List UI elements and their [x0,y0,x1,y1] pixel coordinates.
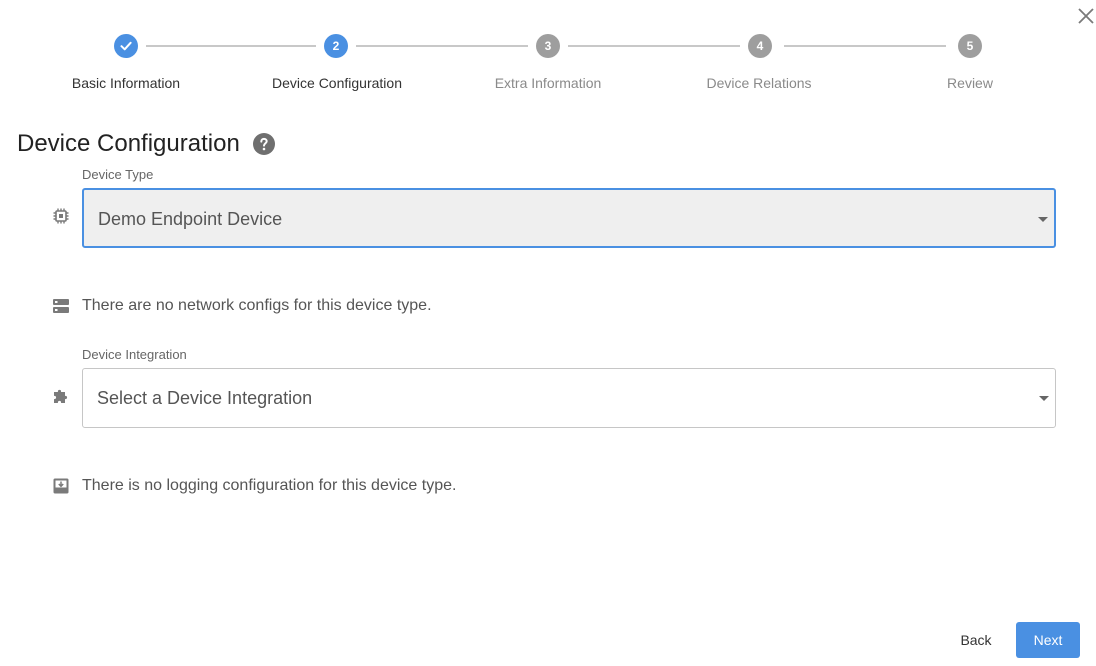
chevron-down-icon [1038,217,1048,222]
step-4-indicator[interactable]: 4 [748,34,772,58]
step-1-indicator[interactable] [114,34,138,58]
chip-icon [51,206,71,226]
step-3-label[interactable]: Extra Information [448,75,648,91]
step-1-label[interactable]: Basic Information [26,75,226,91]
step-3-indicator[interactable]: 3 [536,34,560,58]
step-number: 2 [332,39,340,53]
step-5-indicator[interactable]: 5 [958,34,982,58]
step-number: 3 [544,39,552,53]
check-icon [120,41,132,51]
back-button[interactable]: Back [946,622,1006,658]
step-number: 4 [756,39,764,53]
inbox-icon [51,476,71,496]
logging-config-message: There is no logging configuration for th… [82,477,457,494]
step-4-label[interactable]: Device Relations [659,75,859,91]
step-number: 5 [966,39,974,53]
stepper: 2 3 4 5 Basic Information Device Configu… [0,0,1096,100]
device-type-select[interactable]: Demo Endpoint Device [82,188,1056,248]
step-2-indicator[interactable]: 2 [324,34,348,58]
step-connector [784,45,946,47]
step-connector [146,45,316,47]
network-config-message: There are no network configs for this de… [82,297,432,314]
device-integration-label: Device Integration [82,347,187,362]
device-type-value: Demo Endpoint Device [98,209,283,229]
server-icon [51,296,71,316]
question-circle-icon [260,137,268,151]
step-connector [356,45,528,47]
page-title: Device Configuration [17,130,240,157]
next-button[interactable]: Next [1016,622,1080,658]
step-5-label[interactable]: Review [870,75,1070,91]
step-connector [568,45,740,47]
step-2-label[interactable]: Device Configuration [237,75,437,91]
device-integration-select[interactable]: Select a Device Integration [82,368,1056,428]
device-type-label: Device Type [82,167,154,182]
help-button[interactable] [253,133,275,155]
device-integration-placeholder: Select a Device Integration [97,388,313,408]
chevron-down-icon [1039,396,1049,401]
puzzle-icon [51,386,71,406]
